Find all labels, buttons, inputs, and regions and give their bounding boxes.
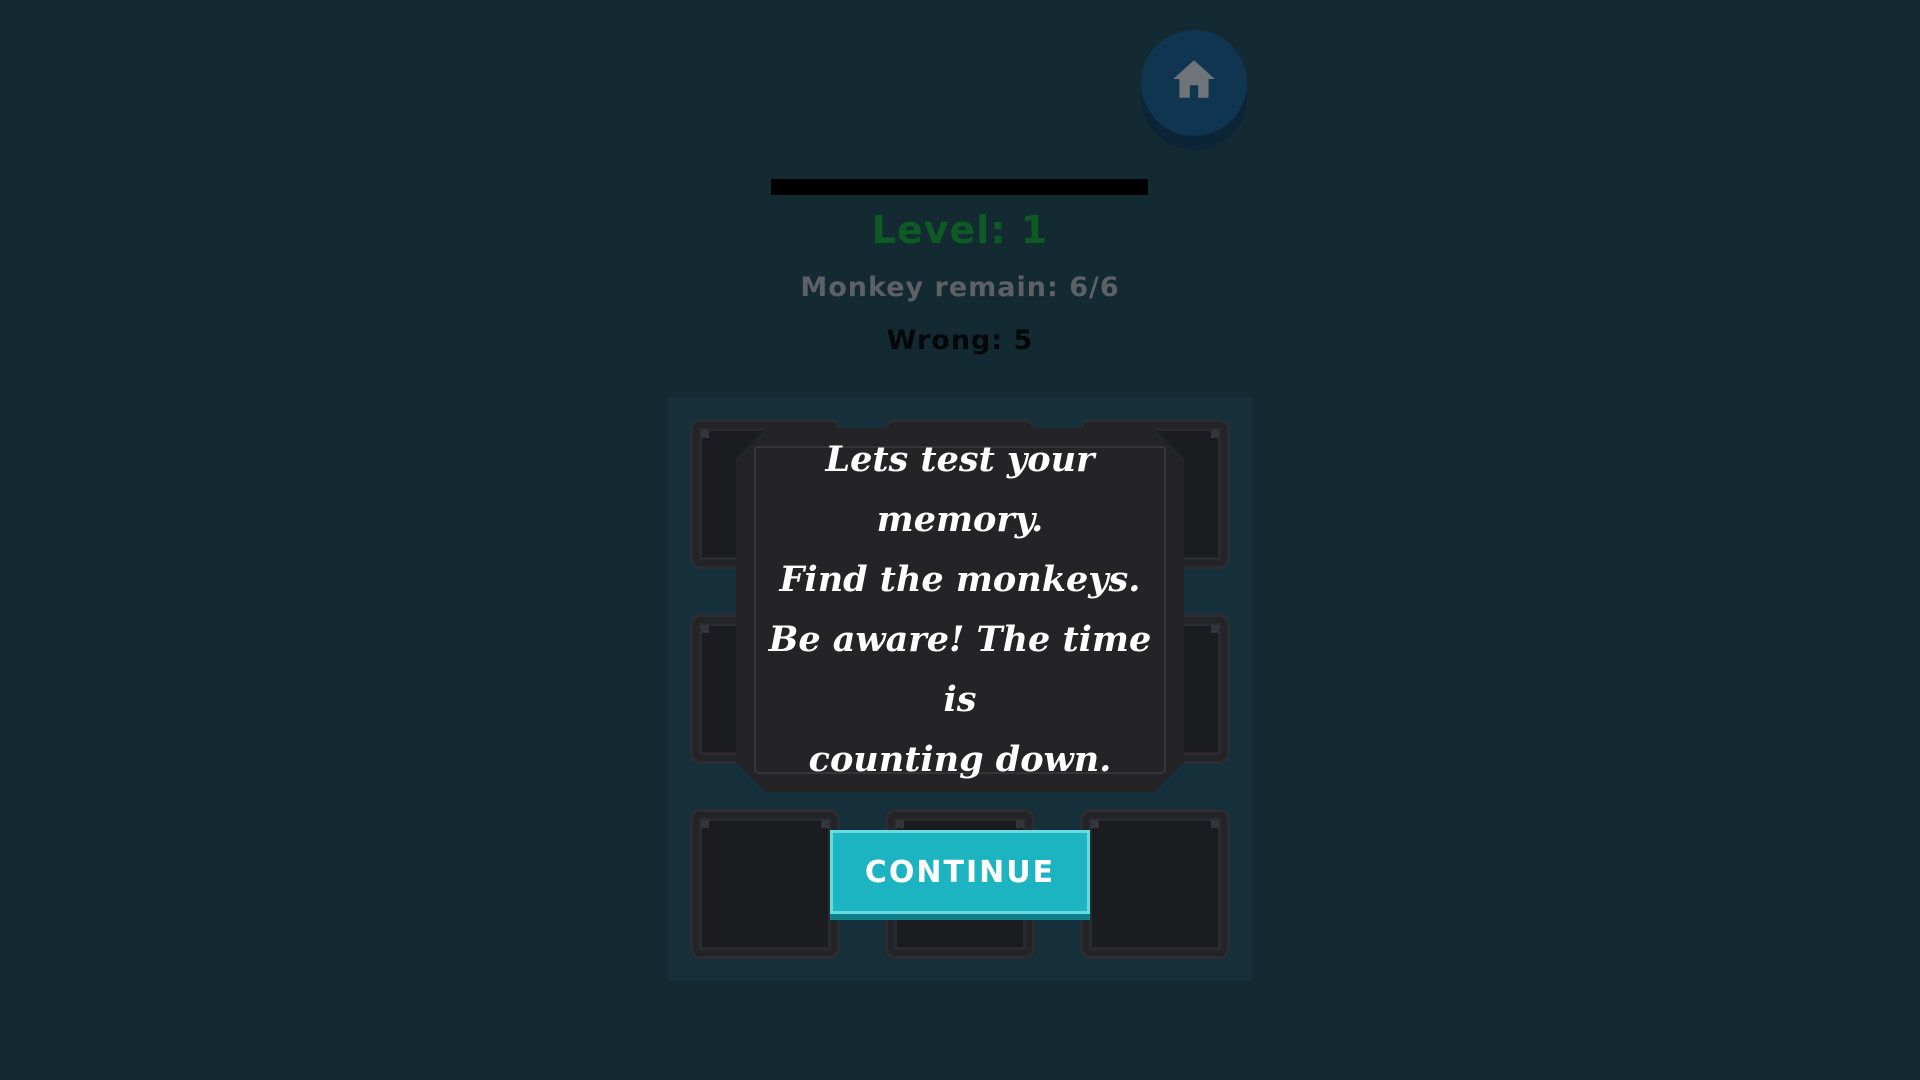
dialog-line: memory. (876, 499, 1044, 540)
game-screen: Level: 1 Monkey remain: 6/6 Wrong: 5 Let… (0, 0, 1920, 1080)
home-button[interactable] (1141, 30, 1247, 136)
wrong-count-label: Wrong: 5 (886, 325, 1034, 356)
tile-3-1[interactable] (690, 809, 840, 959)
continue-button[interactable]: CONTINUE (830, 830, 1090, 914)
level-label: Level: 1 (871, 208, 1049, 252)
timer-bar (771, 179, 1148, 195)
dialog-line: Be aware! The time is (768, 619, 1152, 720)
home-icon (1173, 60, 1215, 98)
dialog-line: counting down. (808, 739, 1112, 780)
dialog-line: Lets test your (825, 439, 1095, 480)
dialog-line: Find the monkeys. (779, 559, 1141, 600)
instruction-dialog: Lets test your memory. Find the monkeys.… (736, 428, 1184, 792)
monkey-remain-label: Monkey remain: 6/6 (800, 272, 1120, 303)
dialog-frame: Lets test your memory. Find the monkeys.… (754, 439, 1166, 780)
tile-3-3[interactable] (1080, 809, 1230, 959)
dialog-message: Lets test your memory. Find the monkeys.… (756, 430, 1164, 790)
